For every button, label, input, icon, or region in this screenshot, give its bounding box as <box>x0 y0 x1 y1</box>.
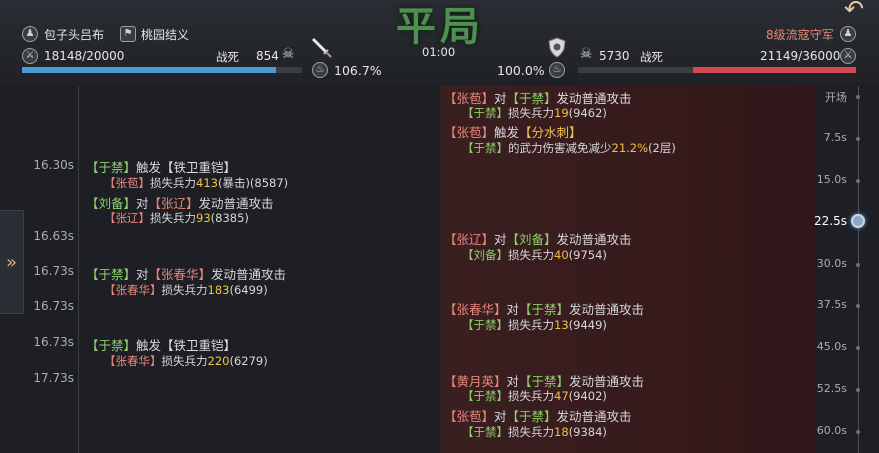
enemy-troop-bar-fill <box>692 67 856 73</box>
ruler-tick-label[interactable]: 60.0s <box>817 424 847 437</box>
log-entry: 【张春华】对【于禁】发动普通攻击 <box>444 302 645 317</box>
log-detail: 【刘备】损失兵力40(9754) <box>462 248 607 262</box>
ruler-tick-dot <box>856 304 860 308</box>
log-detail: 【于禁】损失兵力19(9462) <box>462 106 607 120</box>
ruler-tick-label-active[interactable]: 22.5s <box>814 214 847 228</box>
enemy-morale-flame-icon: ♨ <box>549 62 565 78</box>
shield-icon <box>548 37 566 58</box>
player-troop-bar <box>22 67 302 73</box>
timestamp: 16.73s <box>33 299 74 313</box>
enemy-morale: 100.0% <box>497 63 545 78</box>
ruler-tick-dot <box>856 95 860 99</box>
ruler-tick-dot <box>856 388 860 392</box>
log-entry: 【张苞】触发【分水刺】 <box>444 125 582 140</box>
scrubber-knob[interactable] <box>851 214 865 228</box>
ruler-tick-label[interactable]: 15.0s <box>817 173 847 186</box>
log-detail: 【张春华】损失兵力183(6499) <box>104 283 268 297</box>
timeline-axis-line <box>78 86 79 453</box>
enemy-casualty-icon: ☠ <box>579 46 593 62</box>
enemy-dead-label: 战死 <box>640 50 663 64</box>
timestamp: 16.30s <box>33 158 74 172</box>
battle-log[interactable]: 16.30s 16.63s 16.73s 16.73s 16.73s 17.73… <box>0 86 879 453</box>
player-name[interactable]: 包子头吕布 <box>44 26 104 43</box>
ruler-tick-dot <box>856 179 860 183</box>
ruler-tick-label[interactable]: 45.0s <box>817 340 847 353</box>
log-detail: 【张辽】损失兵力93(8385) <box>104 211 249 225</box>
ruler-tick-dot <box>856 346 860 350</box>
timestamp: 16.73s <box>33 335 74 349</box>
player-dead-value: 854 <box>256 49 279 63</box>
casualty-icon: ☠ <box>281 46 295 62</box>
log-detail: 【于禁】损失兵力18(9384) <box>462 425 607 439</box>
sword-icon <box>311 37 332 58</box>
morale-flame-icon: ♨ <box>312 62 328 78</box>
ruler-tick-label[interactable]: 7.5s <box>824 131 847 144</box>
enemy-avatar-icon: ♟ <box>840 26 856 42</box>
enemy-name[interactable]: 8级流寇守军 <box>766 26 834 43</box>
enemy-troop-bar <box>578 67 856 73</box>
ruler-tick-dot <box>856 137 860 141</box>
log-detail: 【于禁】损失兵力47(9402) <box>462 389 607 403</box>
player-troop-bar-fill <box>22 67 277 73</box>
timestamp: 16.63s <box>33 229 74 243</box>
enemy-dead-value: 5730 <box>599 49 630 63</box>
log-entry: 【张苞】对【于禁】发动普通攻击 <box>444 409 632 424</box>
log-entry: 【张辽】对【刘备】发动普通攻击 <box>444 232 632 247</box>
battle-timer: 01:00 <box>422 45 456 59</box>
log-detail: 【张春华】损失兵力220(6279) <box>104 354 268 368</box>
player-dead-label: 战死 <box>216 50 239 64</box>
log-detail: 【于禁】损失兵力13(9449) <box>462 318 607 332</box>
timestamp: 17.73s <box>33 371 74 385</box>
player-morale: 106.7% <box>334 63 382 78</box>
log-entry: 【于禁】触发【铁卫重铠】 <box>86 338 237 353</box>
expand-panel-button[interactable]: » <box>0 210 24 314</box>
enemy-troops-icon: ⚔ <box>840 48 856 64</box>
ruler-tick-label[interactable]: 开场 <box>825 89 847 105</box>
timeline-scrubber[interactable]: 开场 7.5s 15.0s 22.5s 30.0s 37.5s 45.0s 52… <box>814 86 879 453</box>
log-detail: 【张苞】损失兵力413(暴击)(8587) <box>104 176 289 190</box>
ruler-tick-label[interactable]: 37.5s <box>817 298 847 311</box>
player-troops: 18148/20000 <box>44 49 125 63</box>
scrubber-track <box>858 86 859 453</box>
timestamp: 16.73s <box>33 264 74 278</box>
ruler-tick-label[interactable]: 30.0s <box>817 257 847 270</box>
log-entry: 【于禁】触发【铁卫重铠】 <box>86 160 237 175</box>
troops-icon: ⚔ <box>22 48 38 64</box>
ruler-tick-label[interactable]: 52.5s <box>817 382 847 395</box>
alliance-name[interactable]: 桃园结义 <box>141 26 189 43</box>
back-arrow-icon[interactable]: ↶ <box>834 0 874 22</box>
log-detail: 【于禁】的武力伤害减免减少21.2%(2层) <box>462 141 676 155</box>
ruler-tick-dot <box>856 263 860 267</box>
enemy-troops: 21149/36000 <box>760 49 841 63</box>
ruler-tick-dot <box>856 430 860 434</box>
log-entry: 【于禁】对【张春华】发动普通攻击 <box>86 267 287 282</box>
battle-header: 平局 ↶ ♟ 包子头吕布 ⚑ 桃园结义 ⚔ 18148/20000 战死 854… <box>0 0 879 86</box>
alliance-icon: ⚑ <box>120 26 136 42</box>
player-avatar-icon: ♟ <box>22 26 38 42</box>
